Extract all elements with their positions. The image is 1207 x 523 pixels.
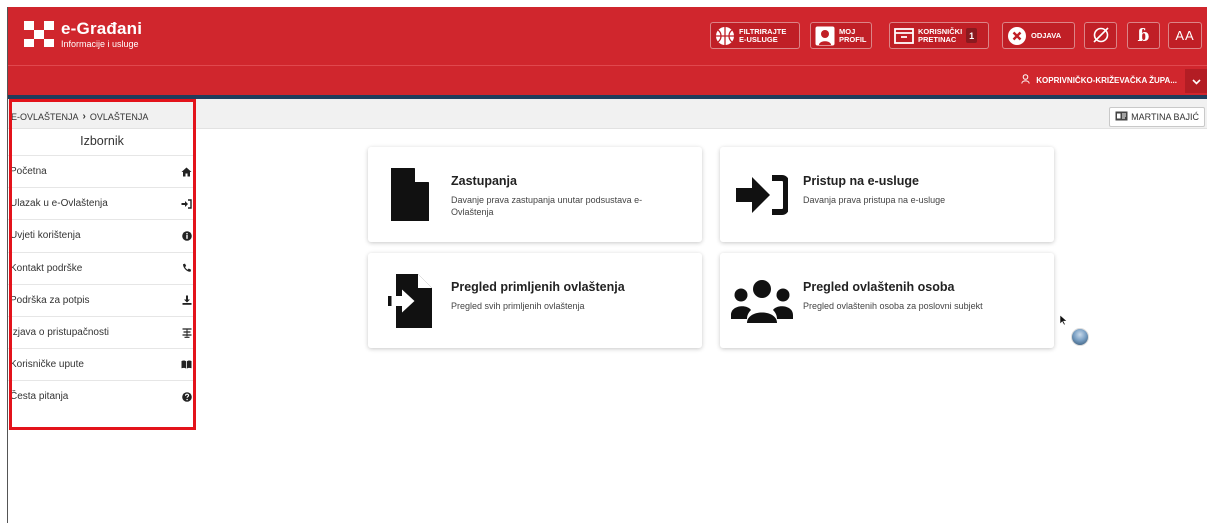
breadcrumb-bar bbox=[8, 99, 1207, 129]
top-header: e-Građani Informacije i usluge FILTRIRAJ… bbox=[8, 7, 1207, 65]
id-card-icon bbox=[1115, 111, 1128, 123]
sidebar-title: Izbornik bbox=[80, 134, 124, 148]
card-representation[interactable]: Zastupanja Davanje prava zastupanja unut… bbox=[368, 147, 702, 242]
sign-in-icon bbox=[720, 147, 804, 242]
sidebar-menu: Izbornik Početna Ulazak u e-Ovlaštenja U… bbox=[8, 129, 196, 413]
breadcrumb-root[interactable]: E-OVLAŠTENJA bbox=[11, 112, 79, 122]
card-description: Davanje prava zastupanja unutar podsusta… bbox=[451, 195, 643, 217]
sidebar-item-label: Izjava o pristupačnosti bbox=[10, 327, 109, 339]
filter-services-button[interactable]: FILTRIRAJTE E-USLUGE bbox=[710, 22, 800, 49]
close-circle-icon bbox=[1007, 26, 1027, 46]
user-name: MARTINA BAJIĆ bbox=[1131, 112, 1199, 122]
logo-icon[interactable] bbox=[24, 21, 54, 47]
file-import-icon bbox=[368, 253, 452, 348]
organization-dropdown-button[interactable] bbox=[1185, 69, 1207, 93]
book-icon bbox=[181, 360, 192, 369]
mouse-cursor-icon bbox=[1059, 312, 1068, 330]
sidebar-item-label: Česta pitanja bbox=[10, 391, 69, 403]
home-icon bbox=[181, 167, 192, 177]
question-icon bbox=[182, 392, 192, 402]
brand-subtitle: Informacije i usluge bbox=[61, 39, 139, 49]
users-icon bbox=[720, 253, 804, 348]
card-authorized-persons[interactable]: Pregled ovlaštenih osoba Pregled ovlašte… bbox=[720, 253, 1054, 348]
info-icon bbox=[182, 231, 192, 241]
sidebar-item-user-guide[interactable]: Korisničke upute bbox=[8, 348, 196, 380]
font-size-label: AA bbox=[1175, 27, 1195, 43]
inbox-count-badge: 1 bbox=[966, 28, 978, 43]
my-profile-button[interactable]: MOJ PROFIL bbox=[810, 22, 872, 49]
chevron-right-icon: › bbox=[82, 111, 86, 122]
sidebar-item-home[interactable]: Početna bbox=[8, 155, 196, 187]
sidebar-item-label: Kontakt podrške bbox=[10, 262, 83, 274]
sidebar-item-label: Uvjeti korištenja bbox=[10, 230, 81, 242]
dyslexia-font-icon: ɓ bbox=[1137, 25, 1150, 46]
sidebar-item-signature-support[interactable]: Podrška za potpis bbox=[8, 283, 196, 316]
sidebar-item-label: Podrška za potpis bbox=[10, 294, 90, 306]
profile-icon bbox=[815, 26, 835, 46]
user-inbox-button[interactable]: KORISNIČKI PRETINAC 1 bbox=[889, 22, 989, 49]
breadcrumb: E-OVLAŠTENJA › OVLAŠTENJA bbox=[11, 111, 148, 122]
organization-selector[interactable]: KOPRIVNIČKO-KRIŽEVAČKA ŽUPA... bbox=[1021, 74, 1177, 86]
font-size-button[interactable]: AA bbox=[1168, 22, 1202, 49]
person-icon bbox=[1021, 74, 1030, 86]
sidebar-item-label: Korisničke upute bbox=[10, 359, 84, 371]
basketball-icon bbox=[715, 26, 735, 46]
card-title: Pregled ovlaštenih osoba bbox=[803, 280, 955, 294]
sidebar-item-login[interactable]: Ulazak u e-Ovlaštenja bbox=[8, 187, 196, 219]
chat-assistant-avatar[interactable] bbox=[1071, 328, 1089, 346]
sign-in-icon bbox=[181, 199, 192, 209]
logout-label: ODJAVA bbox=[1031, 30, 1062, 40]
sidebar-item-support-contact[interactable]: Kontakt podrške bbox=[8, 251, 196, 284]
download-icon bbox=[182, 295, 192, 306]
chevron-down-icon bbox=[1191, 72, 1201, 90]
user-inbox-label: KORISNIČKI PRETINAC bbox=[918, 26, 963, 44]
card-description: Pregled ovlaštenih osoba za poslovni sub… bbox=[803, 301, 983, 311]
document-icon bbox=[368, 147, 452, 242]
card-title: Pristup na e-usluge bbox=[803, 174, 919, 188]
card-title: Zastupanja bbox=[451, 174, 517, 188]
eye-slash-icon bbox=[1092, 26, 1110, 46]
sidebar-item-accessibility[interactable]: Izjava o pristupačnosti bbox=[8, 315, 196, 348]
card-description: Pregled svih primljenih ovlaštenja bbox=[451, 301, 585, 311]
card-title: Pregled primljenih ovlaštenja bbox=[451, 280, 625, 294]
brand-title[interactable]: e-Građani bbox=[61, 19, 142, 39]
filter-services-label: FILTRIRAJTE E-USLUGE bbox=[739, 26, 787, 44]
user-menu-button[interactable]: MARTINA BAJIĆ bbox=[1109, 107, 1205, 127]
card-received-authorizations[interactable]: Pregled primljenih ovlaštenja Pregled sv… bbox=[368, 253, 702, 348]
organization-name: KOPRIVNIČKO-KRIŽEVAČKA ŽUPA... bbox=[1036, 75, 1177, 85]
app-window: e-Građani Informacije i usluge FILTRIRAJ… bbox=[7, 7, 1207, 523]
accessibility-icon bbox=[182, 327, 192, 338]
sidebar-item-label: Ulazak u e-Ovlaštenja bbox=[10, 198, 108, 210]
dyslexia-font-button[interactable]: ɓ bbox=[1127, 22, 1160, 49]
phone-icon bbox=[182, 263, 192, 273]
inbox-icon bbox=[894, 27, 914, 45]
logout-button[interactable]: ODJAVA bbox=[1002, 22, 1075, 49]
sidebar-item-terms[interactable]: Uvjeti korištenja bbox=[8, 219, 196, 251]
my-profile-label: MOJ PROFIL bbox=[839, 26, 867, 44]
sidebar-item-faq[interactable]: Česta pitanja bbox=[8, 380, 196, 412]
card-description: Davanja prava pristupa na e-usluge bbox=[803, 195, 946, 205]
visibility-toggle-button[interactable] bbox=[1084, 22, 1117, 49]
card-eservice-access[interactable]: Pristup na e-usluge Davanja prava pristu… bbox=[720, 147, 1054, 242]
breadcrumb-current: OVLAŠTENJA bbox=[89, 111, 149, 122]
sidebar-item-label: Početna bbox=[10, 166, 47, 178]
